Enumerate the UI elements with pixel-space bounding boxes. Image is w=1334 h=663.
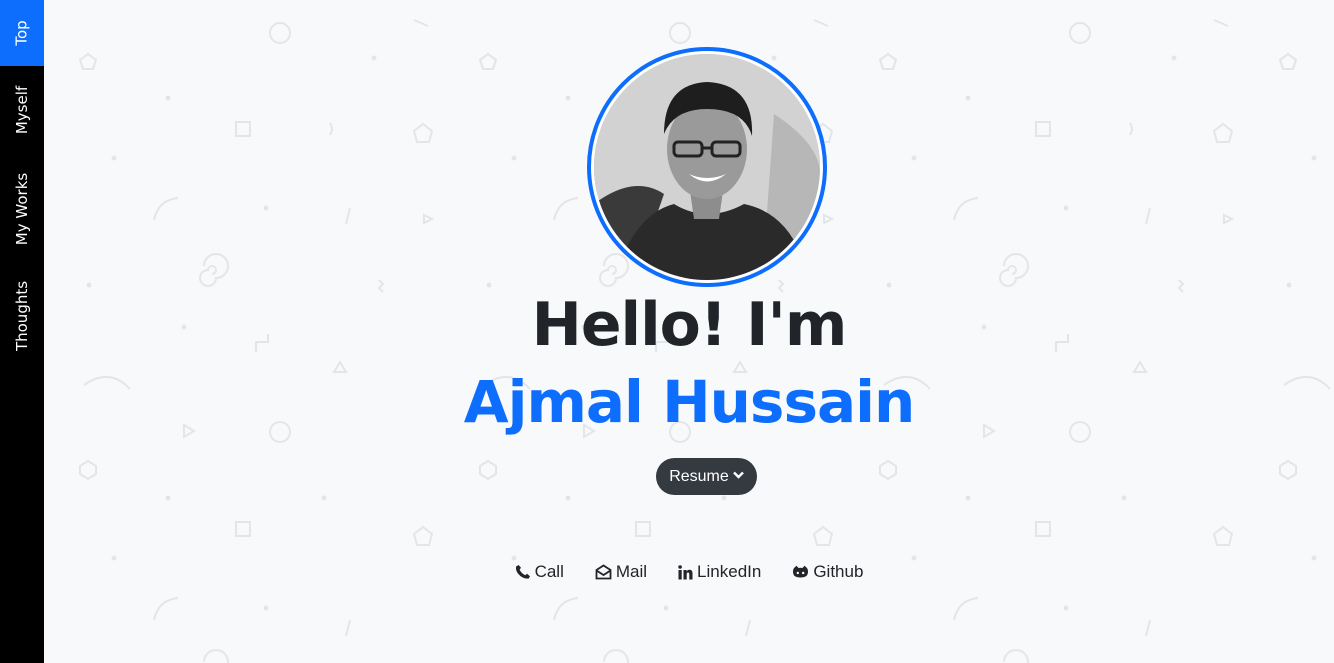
chevron-down-icon <box>732 470 744 482</box>
side-navigation: Top Myself My Works Thoughts <box>0 0 44 663</box>
hero-section: Hello! I'm Ajmal Hussain Resume Call Mai… <box>44 0 1334 663</box>
resume-button[interactable]: Resume <box>656 458 757 495</box>
contact-links: Call Mail LinkedIn Github <box>44 562 1334 582</box>
greeting-heading: Hello! I'm <box>531 290 848 360</box>
github-link[interactable]: Github <box>792 562 863 582</box>
nav-item-my-works[interactable]: My Works <box>0 154 44 264</box>
linkedin-label: LinkedIn <box>697 562 762 581</box>
nav-item-myself[interactable]: Myself <box>0 66 44 154</box>
mail-label: Mail <box>615 562 648 581</box>
github-label: Github <box>813 562 864 581</box>
linkedin-link[interactable]: LinkedIn <box>678 562 761 582</box>
github-icon <box>792 565 809 580</box>
nav-item-myself-label: Myself <box>13 85 31 135</box>
phone-icon <box>515 564 531 580</box>
linkedin-icon <box>678 564 693 580</box>
nav-item-thoughts-label: Thoughts <box>13 280 32 352</box>
nav-item-top[interactable]: Top <box>0 0 44 66</box>
profile-photo <box>594 54 820 280</box>
call-link[interactable]: Call <box>515 562 564 582</box>
name-heading: Ajmal Hussain <box>463 368 916 436</box>
nav-item-my-works-label: My Works <box>13 172 32 246</box>
profile-avatar <box>587 47 827 287</box>
mail-link[interactable]: Mail <box>595 562 647 582</box>
call-label: Call <box>534 562 564 581</box>
nav-item-thoughts[interactable]: Thoughts <box>0 264 44 368</box>
nav-item-top-label: Top <box>13 20 31 46</box>
envelope-icon <box>595 564 612 580</box>
profile-photo-illustration <box>594 54 820 280</box>
resume-button-label: Resume <box>669 467 729 485</box>
